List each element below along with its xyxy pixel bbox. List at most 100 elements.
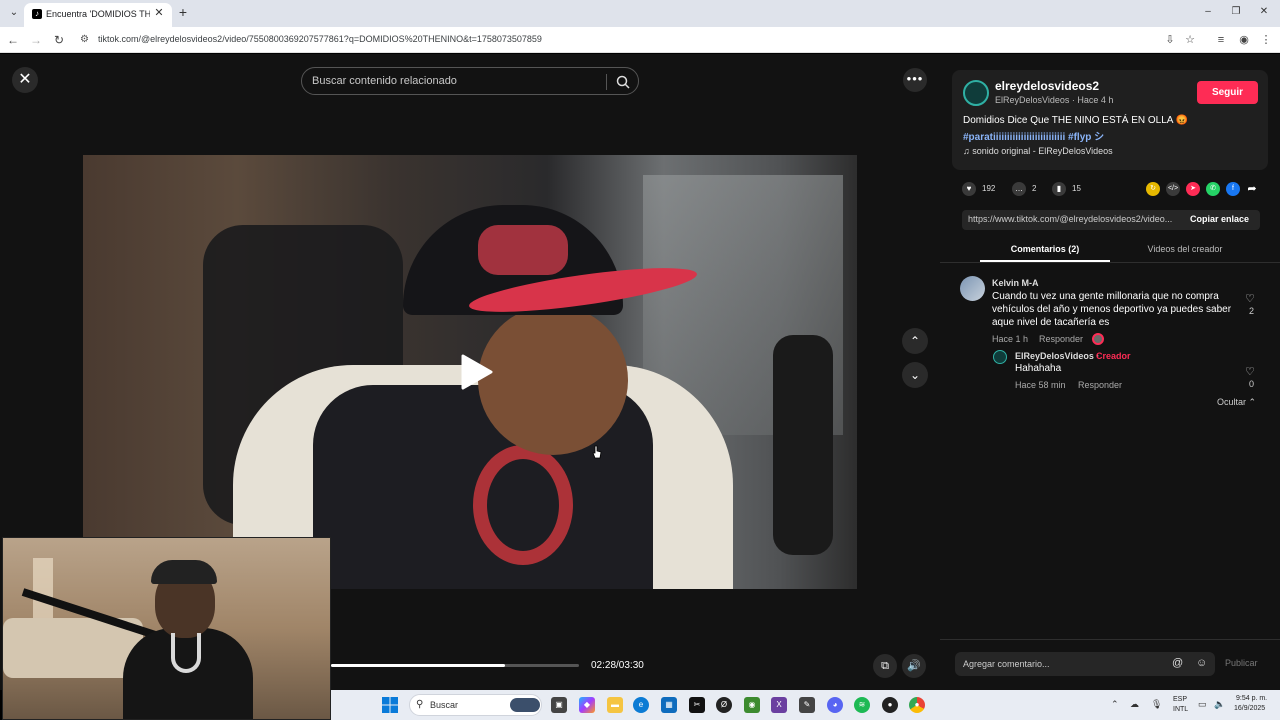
close-icon[interactable]: ✕ (12, 67, 38, 93)
reply-author[interactable]: ElReyDelosVideos · (1015, 351, 1099, 361)
tab-creator-videos[interactable]: Videos del creador (1120, 244, 1250, 262)
install-app-icon[interactable]: ⇩ (1163, 33, 1177, 47)
copilot-icon[interactable]: ◆ (579, 697, 595, 713)
related-search-box[interactable]: Buscar contenido relacionado (301, 67, 639, 95)
cap-logo (478, 225, 568, 275)
back-icon[interactable]: ← (5, 32, 21, 48)
clock-time[interactable]: 9:54 p. m. (1236, 695, 1267, 702)
avatar[interactable] (960, 276, 985, 301)
microphone-icon[interactable]: 🎙 (1151, 699, 1162, 710)
picture-in-picture-icon[interactable]: ⧉ (873, 654, 897, 678)
language-indicator-bottom[interactable]: INTL (1173, 706, 1188, 713)
webcam-person-hat (151, 560, 217, 584)
edge-icon[interactable]: e (633, 697, 649, 713)
emoji-icon[interactable]: ☺ (1196, 657, 1207, 669)
reload-icon[interactable]: ↻ (51, 32, 67, 48)
copy-link-button[interactable]: Copiar enlace (1190, 214, 1249, 224)
reply-button[interactable]: Responder (1078, 380, 1122, 390)
avatar[interactable] (963, 80, 989, 106)
bookmark-star-icon[interactable]: ☆ (1183, 33, 1197, 47)
whatsapp-icon[interactable]: ✆ (1206, 182, 1220, 196)
taskbar-search[interactable]: ⚲ Buscar (409, 694, 542, 716)
shirt-logo (473, 445, 573, 565)
embed-icon[interactable]: </> (1166, 182, 1180, 196)
obs-icon[interactable]: ● (882, 697, 898, 713)
creator-liked-icon (1092, 333, 1104, 345)
heart-icon: ♥ (962, 182, 976, 196)
url-text[interactable]: tiktok.com/@elreydelosvideos2/video/7550… (98, 34, 542, 44)
caption-hashtags[interactable]: #paratiiiiiiiiiiiiiiiiiiiiiiiiii #flyp シ (963, 128, 1104, 143)
more-options-icon[interactable]: ••• (903, 68, 927, 92)
reply-text: Hahahaha (1015, 363, 1062, 374)
speaker-icon[interactable]: 🔈 (1214, 699, 1225, 710)
comment-author[interactable]: Kelvin M-A (992, 278, 1039, 288)
save-button[interactable]: ▮ 15 (1052, 182, 1081, 198)
tab-close-icon[interactable]: ✕ (152, 6, 166, 20)
follow-button[interactable]: Seguir (1197, 81, 1258, 104)
video-link-url[interactable]: https://www.tiktok.com/@elreydelosvideos… (968, 214, 1178, 224)
language-indicator-top[interactable]: ESP (1173, 696, 1187, 703)
webcam-lamp (33, 558, 53, 618)
comment-button[interactable]: … 2 (1012, 182, 1036, 198)
file-explorer-icon[interactable]: ▬ (607, 697, 623, 713)
address-bar[interactable]: ⚙ tiktok.com/@elreydelosvideos2/video/75… (76, 30, 1196, 50)
author-card: elreydelosvideos2 ElReyDelosVideos · Hac… (952, 70, 1268, 170)
hide-replies-label: Ocultar (1217, 397, 1247, 407)
browser-toolbar: ← → ↻ ⚙ tiktok.com/@elreydelosvideos2/vi… (0, 27, 1280, 53)
pen-app-icon[interactable]: ✎ (799, 697, 815, 713)
chevron-up-icon[interactable]: ⌃ (902, 328, 928, 354)
save-count: 15 (1072, 184, 1081, 194)
share-arrow-icon[interactable]: ➦ (1245, 182, 1259, 196)
task-view-icon[interactable]: ▣ (551, 697, 567, 713)
discord-icon[interactable]: ◕ (827, 697, 843, 713)
clock-date[interactable]: 16/9/2025 (1234, 705, 1265, 712)
profile-icon[interactable]: ◉ (1237, 33, 1251, 47)
comment-heart-icon[interactable]: ♡ (1245, 292, 1255, 305)
sound-link[interactable]: ♫ sonido original - ElReyDelosVideos (963, 146, 1113, 156)
author-username[interactable]: elreydelosvideos2 (995, 79, 1099, 93)
play-icon[interactable] (455, 352, 495, 392)
video-link-box: https://www.tiktok.com/@elreydelosvideos… (962, 210, 1260, 230)
menu-icon[interactable]: ⋮ (1259, 33, 1273, 47)
video-progress-bar[interactable] (331, 664, 579, 667)
store-icon[interactable]: ▦ (661, 697, 677, 713)
video-player[interactable] (83, 155, 857, 589)
minimize-icon[interactable]: – (1198, 4, 1218, 20)
network-icon[interactable]: ▭ (1198, 699, 1207, 710)
bookmark-icon: ▮ (1052, 182, 1066, 196)
publish-button[interactable]: Publicar (1225, 658, 1258, 668)
author-meta: ElReyDelosVideos · Hace 4 h (995, 95, 1114, 105)
forward-icon[interactable]: → (28, 32, 44, 48)
hide-replies-button[interactable]: Ocultar ⌃ (1217, 397, 1256, 408)
reply-heart-icon[interactable]: ♡ (1245, 365, 1255, 378)
chevron-down-icon[interactable]: ⌄ (902, 362, 928, 388)
window-close-icon[interactable]: ✕ (1254, 4, 1274, 20)
facebook-icon[interactable]: f (1226, 182, 1240, 196)
search-icon[interactable] (615, 74, 631, 90)
comment-input[interactable]: Agregar comentario... @ ☺ (955, 652, 1215, 676)
capcut-icon[interactable]: ✂ (689, 697, 705, 713)
chrome-icon[interactable]: ● (909, 697, 925, 713)
avatar[interactable] (993, 350, 1007, 364)
app-logo-icon[interactable]: Ø (716, 697, 732, 713)
site-info-icon[interactable]: ⚙ (80, 33, 94, 47)
app-x-icon[interactable]: X (771, 697, 787, 713)
media-controls-icon[interactable]: ≡ (1214, 33, 1228, 47)
tab-search-dropdown-icon[interactable]: ⌄ (6, 5, 22, 21)
new-tab-button[interactable]: + (176, 5, 190, 19)
tray-chevron-icon[interactable]: ⌃ (1111, 699, 1119, 710)
details-panel: elreydelosvideos2 ElReyDelosVideos · Hac… (940, 54, 1280, 690)
volume-icon[interactable]: 🔊 (902, 654, 926, 678)
reply-button[interactable]: Responder (1039, 334, 1083, 344)
search-input[interactable]: Buscar contenido relacionado (312, 75, 457, 87)
mention-icon[interactable]: @ (1172, 657, 1183, 669)
nvidia-icon[interactable]: ◉ (744, 697, 760, 713)
spotify-icon[interactable]: ≋ (854, 697, 870, 713)
restore-icon[interactable]: ❐ (1226, 4, 1246, 20)
like-button[interactable]: ♥ 192 (962, 182, 995, 198)
onedrive-icon[interactable]: ☁ (1130, 699, 1139, 710)
browser-tab[interactable]: ♪ Encuentra 'DOMIDIOS THENINO' | TikTok … (24, 3, 172, 27)
repost-icon[interactable]: ↻ (1146, 182, 1160, 196)
send-to-friends-icon[interactable]: ➤ (1186, 182, 1200, 196)
windows-start-icon[interactable] (382, 697, 398, 713)
